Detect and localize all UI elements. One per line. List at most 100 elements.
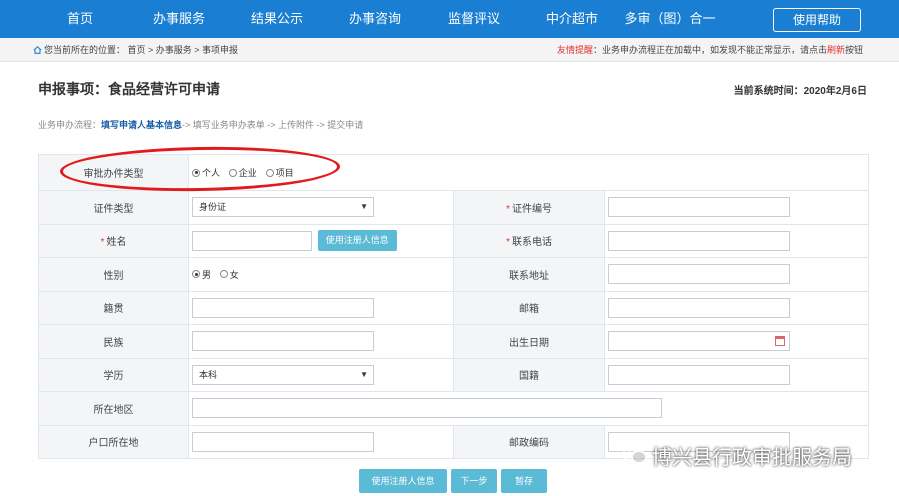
use-registered-info-bottom-button[interactable]: 使用注册人信息 [359, 469, 447, 493]
cert-type-select[interactable]: 身份证 ▼ [192, 197, 374, 218]
radio-enterprise[interactable] [228, 168, 237, 177]
nav-results[interactable]: 结果公示 [245, 0, 309, 38]
edu-value: 本科 [199, 369, 218, 380]
email-input[interactable] [608, 297, 790, 318]
approval-type-options: 个人 企业 项目 [188, 154, 869, 191]
form-row: 性别 男 女 联系地址 [38, 257, 869, 292]
edu-label: 学历 [38, 357, 189, 392]
nationality-label: 国籍 [453, 357, 605, 392]
ethnic-label: 民族 [38, 324, 189, 359]
address-input[interactable] [608, 264, 790, 285]
notice-prefix: 友情提醒 [556, 45, 593, 55]
calendar-icon[interactable] [775, 336, 785, 347]
phone-input[interactable] [608, 230, 790, 251]
form-row: 学历 本科 ▼ 国籍 [38, 357, 869, 392]
steps-rest: -> 填写业务申办表单 -> 上传附件 -> 提交申请 [182, 120, 364, 130]
save-draft-button[interactable]: 暂存 [501, 469, 547, 493]
name-label: * 姓名 [38, 223, 189, 258]
native-label: 籍贯 [38, 290, 189, 325]
cert-type-value: 身份证 [199, 202, 227, 213]
nav-home[interactable]: 首页 [55, 0, 105, 38]
hukou-cell [188, 424, 454, 459]
approval-type-label: 审批办件类型 [38, 154, 189, 191]
home-icon [33, 46, 42, 54]
radio-female[interactable] [219, 270, 228, 279]
cert-no-cell [604, 190, 869, 225]
native-input[interactable] [192, 297, 374, 318]
watermark-text: 博兴县行政审批服务局 [652, 446, 852, 469]
email-label: 邮箱 [453, 290, 605, 325]
form-row: 民族 出生日期 [38, 324, 869, 359]
required-mark: * [100, 237, 105, 249]
use-registered-info-button[interactable]: 使用注册人信息 [317, 230, 397, 252]
region-input[interactable] [192, 398, 662, 419]
edu-select[interactable]: 本科 ▼ [192, 364, 374, 385]
phone-label: * 联系电话 [453, 223, 605, 258]
edu-cell: 本科 ▼ [188, 357, 454, 392]
radio-personal-label: 个人 [202, 168, 221, 178]
gender-options: 男 女 [188, 257, 454, 292]
cert-type-label: 证件类型 [38, 190, 189, 225]
chevron-down-icon: ▼ [360, 369, 368, 379]
nav-consult[interactable]: 办事咨询 [343, 0, 407, 38]
form-row: 籍贯 邮箱 [38, 290, 869, 325]
nav-agency-market[interactable]: 中介超市 [540, 0, 604, 38]
notice-body: ：业务申办流程正在加载中，如发现不能正常显示，请点击 [592, 45, 827, 55]
required-mark: * [506, 237, 510, 249]
form-row: 所在地区 [38, 391, 869, 426]
radio-female-label: 女 [229, 269, 239, 280]
nav-multi-review[interactable]: 多审（图）合一 [622, 0, 718, 38]
cert-no-label: * 证件编号 [453, 190, 605, 225]
postcode-label: 邮政编码 [453, 424, 605, 459]
system-time: 当前系统时间：2020年2月6日 [733, 86, 867, 97]
nationality-cell [604, 357, 869, 392]
birth-date-input[interactable] [608, 331, 790, 352]
steps-prefix: 业务申办流程： [38, 120, 102, 130]
notice-suffix: 按钮 [844, 45, 863, 55]
cert-no-text: 证件编号 [511, 203, 552, 215]
cert-type-cell: 身份证 ▼ [188, 190, 454, 225]
cert-no-input[interactable] [608, 197, 790, 218]
phone-text: 联系电话 [511, 237, 552, 249]
next-step-button[interactable]: 下一步 [451, 469, 497, 493]
hukou-input[interactable] [192, 431, 374, 452]
help-button[interactable]: 使用帮助 [773, 8, 861, 32]
region-label: 所在地区 [38, 391, 189, 426]
form-row: 证件类型 身份证 ▼ * 证件编号 [38, 190, 869, 225]
radio-enterprise-label: 企业 [238, 168, 257, 178]
applicant-form: 审批办件类型 个人 企业 项目 证件类型 身份证 ▼ * 证件编号 * 姓名 使用注册… [38, 154, 869, 459]
required-mark: * [506, 203, 510, 215]
birth-label: 出生日期 [453, 324, 605, 359]
loading-notice: 友情提醒：业务申办流程正在加载中，如发现不能正常显示，请点击刷新按钮 [557, 38, 863, 62]
address-cell [604, 257, 869, 292]
nav-supervision[interactable]: 监督评议 [442, 0, 506, 38]
form-row: 审批办件类型 个人 企业 项目 [38, 154, 869, 191]
nationality-input[interactable] [608, 364, 790, 385]
top-nav: 首页 办事服务 结果公示 办事咨询 监督评议 中介超市 多审（图）合一 使用帮助 [0, 0, 899, 38]
refresh-link[interactable]: 刷新 [827, 45, 845, 55]
radio-male[interactable] [192, 270, 200, 279]
name-cell: 使用注册人信息 [188, 223, 454, 258]
breadcrumb: 您当前所在的位置： 首页 > 办事服务 > 事项申报 [44, 45, 239, 55]
ethnic-input[interactable] [192, 331, 374, 352]
nav-services[interactable]: 办事服务 [147, 0, 211, 38]
address-label: 联系地址 [453, 257, 605, 292]
name-input[interactable] [192, 230, 312, 251]
step-active: 填写申请人基本信息 [101, 120, 183, 130]
birth-cell [604, 324, 869, 359]
wechat-icon [622, 446, 647, 464]
email-cell [604, 290, 869, 325]
chevron-down-icon: ▼ [360, 202, 368, 212]
name-text: 姓名 [106, 237, 127, 249]
radio-personal[interactable] [192, 168, 200, 177]
phone-cell [604, 223, 869, 258]
radio-male-label: 男 [202, 269, 212, 280]
gender-label: 性别 [38, 257, 189, 292]
radio-project[interactable] [265, 168, 274, 177]
hukou-label: 户口所在地 [38, 424, 189, 459]
form-row: * 姓名 使用注册人信息 * 联系电话 [38, 223, 869, 258]
page-title: 申报事项：食品经营许可申请 [38, 81, 220, 97]
breadcrumb-bar: 您当前所在的位置： 首页 > 办事服务 > 事项申报 友情提醒：业务申办流程正在… [0, 38, 899, 62]
wechat-watermark: 博兴县行政审批服务局 [622, 440, 852, 470]
process-steps: 业务申办流程：填写申请人基本信息-> 填写业务申办表单 -> 上传附件 -> 提… [38, 118, 363, 131]
